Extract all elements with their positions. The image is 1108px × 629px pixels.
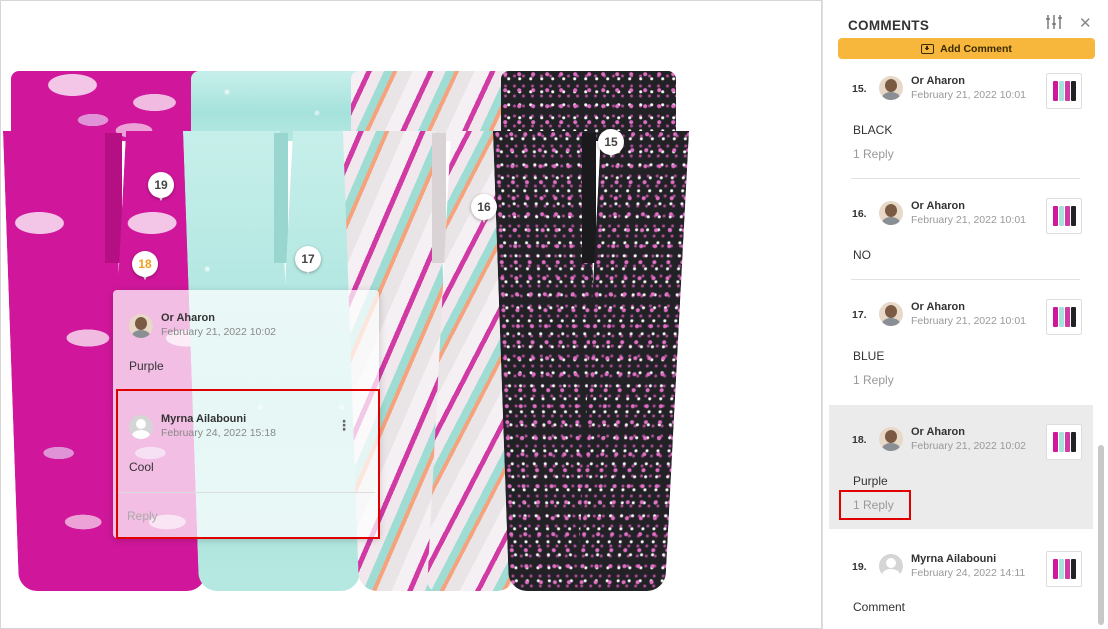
- comment-text: Comment: [853, 600, 906, 614]
- filter-sliders-icon[interactable]: [1045, 14, 1063, 30]
- divider: [851, 279, 1080, 280]
- avatar: [879, 76, 903, 100]
- comment-author: Myrna Ailabouni: [911, 553, 997, 565]
- comment-pin-18[interactable]: 18: [132, 251, 158, 281]
- comment-author: Or Aharon: [911, 75, 965, 87]
- scrollbar[interactable]: [1098, 445, 1104, 625]
- highlight-box: [839, 490, 911, 520]
- thumbnail[interactable]: [1046, 424, 1082, 460]
- sidebar-title: COMMENTS: [848, 18, 930, 33]
- comment-number: 17.: [852, 309, 867, 321]
- avatar: [129, 313, 153, 338]
- add-comment-button[interactable]: Add Comment: [838, 38, 1095, 59]
- comment-text: Purple: [129, 359, 164, 373]
- comment-author: Or Aharon: [911, 426, 965, 438]
- thumbnail[interactable]: [1046, 299, 1082, 335]
- thumbnail[interactable]: [1046, 73, 1082, 109]
- comment-text: BLUE: [853, 349, 885, 363]
- comment-number: 19.: [852, 561, 867, 573]
- highlight-box: [116, 389, 380, 539]
- comment-item-16[interactable]: 16. Or Aharon February 21, 2022 10:01 NO: [829, 191, 1093, 275]
- thumbnail[interactable]: [1046, 551, 1082, 587]
- comment-author: Or Aharon: [911, 200, 965, 212]
- comment-date: February 24, 2022 14:11: [911, 567, 1026, 579]
- comment-date: February 21, 2022 10:01: [911, 89, 1026, 101]
- add-comment-icon: [921, 43, 935, 54]
- comment-item-17[interactable]: 17. Or Aharon February 21, 2022 10:01 BL…: [829, 292, 1093, 402]
- reply-count-link[interactable]: 1 Reply: [853, 373, 894, 387]
- avatar: [879, 554, 903, 578]
- comment-pin-17[interactable]: 17: [295, 246, 321, 276]
- comment-pin-16[interactable]: 16: [471, 194, 497, 224]
- comment-date: February 21, 2022 10:02: [161, 326, 276, 338]
- comment-date: February 21, 2022 10:01: [911, 214, 1026, 226]
- avatar: [879, 427, 903, 451]
- legging-black-speckle: [492, 71, 689, 591]
- comment-item-15[interactable]: 15. Or Aharon February 21, 2022 10:01 BL…: [829, 66, 1093, 176]
- comment-author: Or Aharon: [911, 301, 965, 313]
- comment-number: 18.: [852, 434, 867, 446]
- comment-number: 16.: [852, 208, 867, 220]
- comment-date: February 21, 2022 10:02: [911, 440, 1026, 452]
- comment-pin-19[interactable]: 19: [148, 172, 174, 202]
- avatar: [879, 302, 903, 326]
- comment-number: 15.: [852, 83, 867, 95]
- avatar: [879, 201, 903, 225]
- comments-sidebar: COMMENTS ✕ Add Comment 15. Or Aharon Feb…: [822, 0, 1108, 629]
- reply-count-link[interactable]: 1 Reply: [853, 147, 894, 161]
- comment-date: February 21, 2022 10:01: [911, 315, 1026, 327]
- comment-text: NO: [853, 248, 871, 262]
- comment-text: Purple: [853, 474, 888, 488]
- add-comment-label: Add Comment: [940, 42, 1012, 55]
- divider: [851, 178, 1080, 179]
- popup-comment-header: Or Aharon February 21, 2022 10:02: [129, 312, 276, 339]
- comment-pin-15[interactable]: 15: [598, 129, 624, 159]
- 3d-viewport[interactable]: 19 18 17 16 15 Or Aharon February 21, 20…: [0, 0, 822, 629]
- thumbnail[interactable]: [1046, 198, 1082, 234]
- comment-item-19[interactable]: 19. Myrna Ailabouni February 24, 2022 14…: [829, 544, 1093, 629]
- close-icon[interactable]: ✕: [1079, 16, 1092, 31]
- comment-text: BLACK: [853, 123, 893, 137]
- comment-author: Or Aharon: [161, 312, 215, 324]
